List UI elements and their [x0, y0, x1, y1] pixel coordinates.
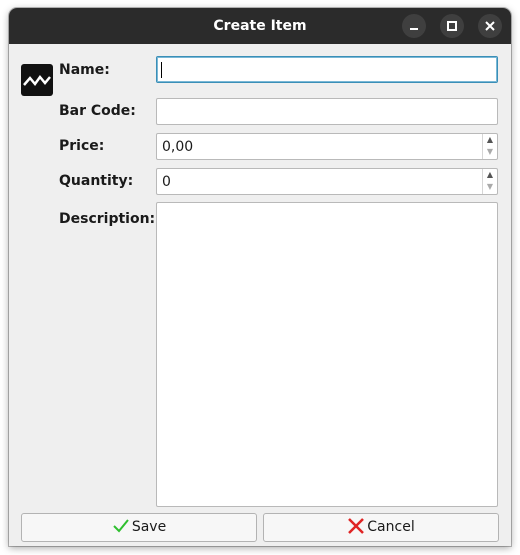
title-bar[interactable]: Create Item — [9, 8, 511, 44]
price-spinbox[interactable]: 0,00 ▲ ▼ — [156, 133, 498, 160]
cross-icon — [348, 518, 365, 534]
minimize-button[interactable] — [402, 14, 426, 38]
cancel-button[interactable]: Cancel — [263, 513, 499, 542]
quantity-label: Quantity: — [59, 173, 134, 189]
name-input[interactable] — [156, 56, 498, 83]
minimize-icon — [410, 28, 418, 30]
price-stepper[interactable]: ▲ ▼ — [482, 134, 497, 159]
increment-arrow-icon[interactable]: ▲ — [483, 169, 497, 181]
window-title: Create Item — [213, 18, 307, 34]
barcode-input[interactable] — [156, 98, 498, 125]
decrement-arrow-icon[interactable]: ▼ — [483, 146, 497, 158]
cancel-label: Cancel — [367, 519, 415, 535]
waveform-icon — [21, 64, 53, 96]
description-label: Description: — [59, 211, 156, 227]
quantity-spinbox[interactable]: 0 ▲ ▼ — [156, 168, 498, 195]
barcode-label: Bar Code: — [59, 103, 136, 119]
increment-arrow-icon[interactable]: ▲ — [483, 134, 497, 146]
description-textarea[interactable] — [156, 202, 498, 507]
maximize-button[interactable] — [440, 14, 464, 38]
form-area: Name: Bar Code: Price: 0,00 ▲ ▼ Quantity… — [9, 44, 511, 546]
text-caret — [161, 62, 162, 78]
name-label: Name: — [59, 62, 110, 78]
maximize-icon — [447, 21, 457, 31]
save-label: Save — [131, 519, 167, 535]
close-icon — [485, 21, 495, 31]
checkmark-icon — [113, 519, 129, 533]
save-button[interactable]: Save — [21, 513, 257, 542]
create-item-dialog: Create Item Name: Bar Code: Price: 0,00 … — [9, 8, 511, 546]
price-label: Price: — [59, 138, 105, 154]
decrement-arrow-icon[interactable]: ▼ — [483, 181, 497, 193]
quantity-value: 0 — [162, 174, 171, 190]
quantity-stepper[interactable]: ▲ ▼ — [482, 169, 497, 194]
close-button[interactable] — [478, 14, 502, 38]
price-value: 0,00 — [162, 139, 194, 155]
